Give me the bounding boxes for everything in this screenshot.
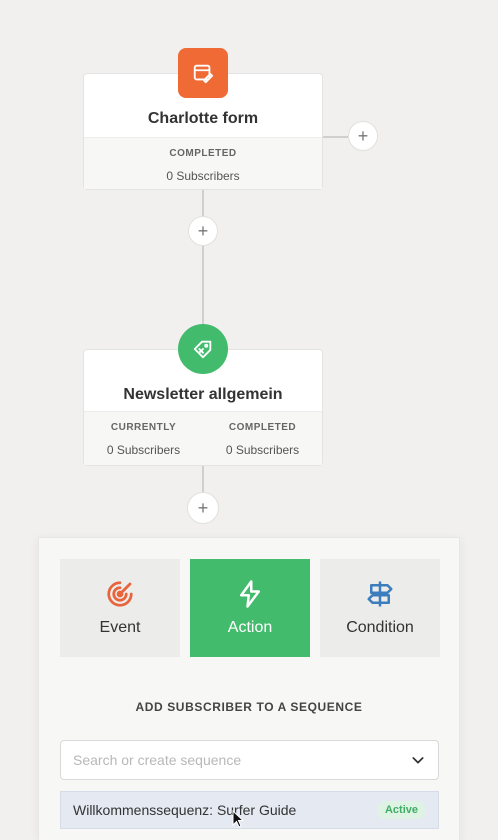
tile-label: Event — [99, 619, 141, 636]
chevron-down-icon[interactable] — [410, 752, 426, 768]
option-label: Willkommenssequenz: Surfer Guide — [73, 802, 297, 818]
condition-tile[interactable]: Condition — [320, 559, 440, 657]
form-edit-icon — [178, 48, 228, 98]
node-stats: CURRENTLY 0 Subscribers COMPLETED 0 Subs… — [84, 411, 322, 465]
stat-value: 0 Subscribers — [166, 169, 240, 183]
section-heading: ADD SUBSCRIBER TO A SEQUENCE — [135, 700, 363, 714]
signpost-icon — [367, 581, 393, 607]
node-title: Charlotte form — [147, 110, 259, 127]
node-title: Newsletter allgemein — [123, 386, 283, 403]
node-stats: COMPLETED 0 Subscribers — [84, 137, 322, 189]
add-step-button[interactable]: + — [188, 216, 218, 246]
stat-label: CURRENTLY — [110, 422, 177, 433]
sequence-option[interactable]: Willkommenssequenz: Surfer Guide Active — [60, 791, 439, 829]
stat-completed: COMPLETED 0 Subscribers — [166, 148, 239, 189]
connector-line — [323, 136, 348, 138]
add-branch-button[interactable]: + — [348, 121, 378, 151]
stat-currently: CURRENTLY 0 Subscribers — [107, 422, 180, 465]
sequence-search-input[interactable] — [73, 752, 410, 768]
tag-add-icon — [178, 324, 228, 374]
stat-label: COMPLETED — [169, 148, 237, 159]
add-step-button[interactable]: + — [187, 492, 219, 524]
stat-completed: COMPLETED 0 Subscribers — [226, 422, 299, 465]
sequence-search-field[interactable] — [60, 740, 439, 780]
mouse-cursor-icon — [232, 810, 244, 828]
target-icon — [107, 581, 133, 607]
status-badge: Active — [376, 801, 426, 819]
stat-value: 0 Subscribers — [106, 443, 181, 457]
action-tile[interactable]: Action — [190, 559, 310, 657]
tile-label: Condition — [346, 619, 414, 636]
add-step-panel: Event Action Condition ADD SUBSCRIBER TO… — [38, 537, 460, 840]
tile-label: Action — [227, 619, 273, 636]
stat-value: 0 Subscribers — [225, 443, 300, 457]
lightning-icon — [240, 580, 260, 608]
stat-label: COMPLETED — [228, 422, 297, 433]
event-tile[interactable]: Event — [60, 559, 180, 657]
